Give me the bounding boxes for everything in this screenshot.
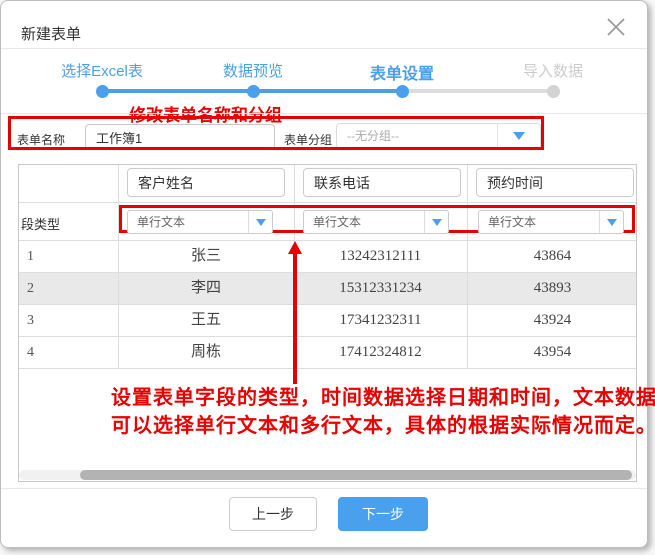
step-form-settings[interactable]: 表单设置 [370,60,434,84]
cell-time: 43893 [467,273,638,304]
chevron-down-icon[interactable] [424,211,448,233]
cell-name: 张三 [118,241,294,272]
cell-name: 李四 [118,273,294,304]
annotation-field-note-line2: 可以选择单行文本和多行文本，具体的根据实际情况而定。 [111,412,655,440]
annotation-field-note: 设置表单字段的类型，时间数据选择日期和时间，文本数据 可以选择单行文本和多行文本… [111,384,655,440]
field-type-value: 单行文本 [313,211,361,233]
next-step-button[interactable]: 下一步 [338,497,428,531]
cell-name: 王五 [118,305,294,336]
step-dot-2[interactable] [247,85,260,98]
cell-name: 周栋 [118,337,294,368]
footer-divider [1,488,647,489]
annotation-field-note-line1: 设置表单字段的类型，时间数据选择日期和时间，文本数据 [111,384,655,412]
table-row: 3 王五 17341232311 43924 [19,305,638,336]
field-type-select-3[interactable]: 单行文本 [478,210,624,234]
step-import-data[interactable]: 导入数据 [523,60,583,81]
cell-time: 43924 [467,305,638,336]
row-index: 4 [27,337,107,368]
field-type-value: 单行文本 [137,211,185,233]
field-type-select-1[interactable]: 单行文本 [127,210,273,234]
annotation-box-form-row [8,116,544,150]
cell-phone: 17412324812 [294,337,467,368]
row-index: 1 [27,241,107,272]
annotation-arrow-line [293,253,297,384]
step-select-excel[interactable]: 选择Excel表 [61,60,143,81]
row-divider [19,368,636,369]
dialog-title: 新建表单 [21,23,81,44]
stepper-divider [1,113,647,114]
table-row: 2 李四 15312331234 43893 [19,273,638,304]
header-divider [1,48,647,49]
cell-phone: 17341232311 [294,305,467,336]
step-dot-3[interactable] [396,85,409,98]
column-header-input-3[interactable] [476,168,634,197]
chevron-down-icon[interactable] [248,211,272,233]
column-header-input-1[interactable] [127,168,285,197]
horizontal-scrollbar-thumb[interactable] [80,470,632,480]
table-row: 4 周栋 17412324812 43954 [19,337,638,368]
new-form-dialog: 新建表单 选择Excel表 数据预览 表单设置 导入数据 修改表单名称和分组 表… [0,0,648,548]
field-type-select-2[interactable]: 单行文本 [303,210,449,234]
step-dot-1[interactable] [96,85,109,98]
cell-phone: 15312331234 [294,273,467,304]
previous-step-button[interactable]: 上一步 [229,497,317,531]
row-index: 2 [27,273,107,304]
field-type-value: 单行文本 [488,211,536,233]
cell-phone: 13242312111 [294,241,467,272]
step-data-preview[interactable]: 数据预览 [223,60,283,81]
row-divider [19,202,636,203]
cell-time: 43954 [467,337,638,368]
chevron-down-icon[interactable] [599,211,623,233]
close-icon[interactable] [605,16,627,38]
cell-time: 43864 [467,241,638,272]
column-header-input-2[interactable] [303,168,461,197]
field-type-row-label: 段类型 [21,214,60,233]
row-index: 3 [27,305,107,336]
stepper-remaining-line [402,89,553,93]
step-dot-4[interactable] [547,85,560,98]
table-row: 1 张三 13242312111 43864 [19,241,638,272]
